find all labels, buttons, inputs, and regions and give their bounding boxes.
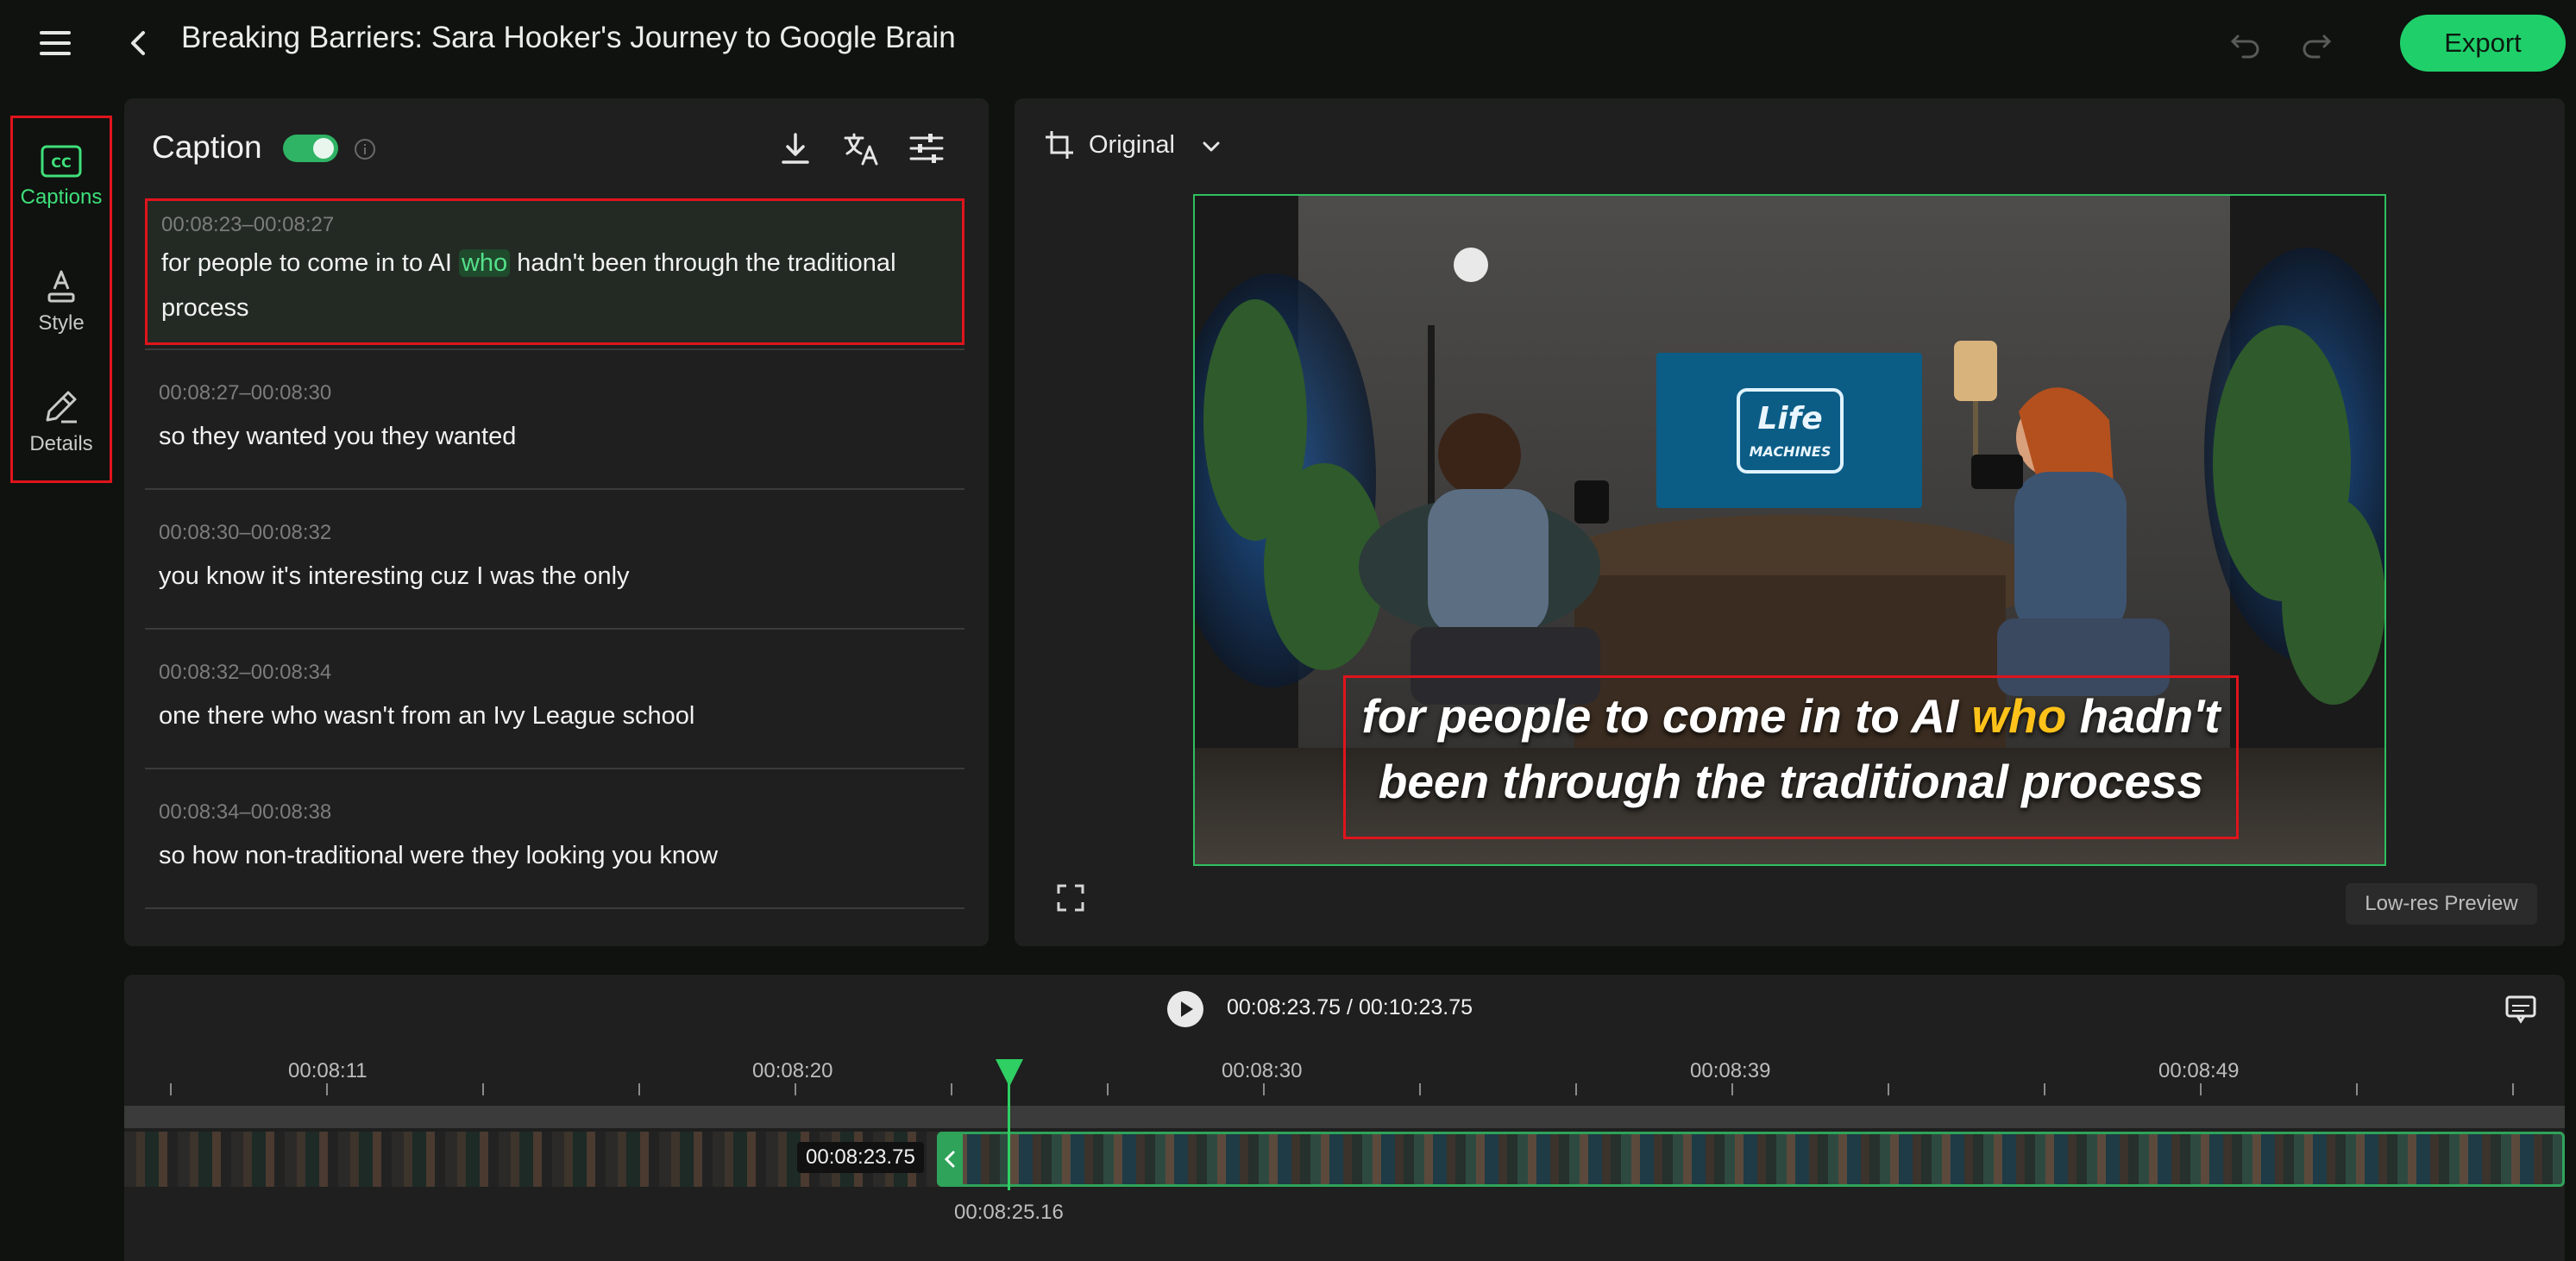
playhead-handle[interactable] bbox=[994, 1057, 1025, 1088]
rail-item-style[interactable]: Style bbox=[13, 267, 110, 336]
ruler-tick bbox=[1419, 1083, 1421, 1095]
info-icon[interactable] bbox=[354, 138, 376, 160]
crop-icon[interactable] bbox=[1044, 129, 1075, 160]
ruler-tick bbox=[951, 1083, 952, 1095]
rail-label: Style bbox=[38, 311, 85, 335]
export-button[interactable]: Export bbox=[2400, 15, 2566, 72]
fullscreen-icon[interactable] bbox=[1056, 883, 1085, 913]
caption-time: 00:08:23–00:08:27 bbox=[161, 213, 335, 236]
clip-split-time: 00:08:23.75 bbox=[797, 1142, 924, 1173]
playhead-time: 00:08:25.16 bbox=[954, 1201, 1064, 1224]
svg-text:CC: CC bbox=[51, 154, 71, 171]
ruler-tick bbox=[1263, 1083, 1265, 1095]
ruler-tick bbox=[1575, 1083, 1577, 1095]
project-title[interactable]: Breaking Barriers: Sara Hooker's Journey… bbox=[181, 21, 956, 55]
caption-panel-header: Caption bbox=[124, 98, 989, 193]
aspect-ratio-dropdown[interactable]: Original bbox=[1089, 131, 1175, 160]
chevron-down-icon[interactable] bbox=[1199, 135, 1223, 159]
toggle-knob bbox=[313, 138, 334, 159]
ruler-label: 00:08:39 bbox=[1690, 1059, 1771, 1082]
caption-time: 00:08:32–00:08:34 bbox=[159, 661, 332, 684]
divider bbox=[145, 907, 964, 909]
ruler-label: 00:08:30 bbox=[1222, 1059, 1303, 1082]
style-icon bbox=[42, 267, 80, 304]
caption-text-part: for people to come in to AI bbox=[161, 249, 459, 277]
subtitle-overlay[interactable]: for people to come in to AI who hadn't b… bbox=[1343, 675, 2239, 839]
video-track[interactable]: 00:08:23.75 bbox=[124, 1132, 2565, 1187]
preview-panel: Original Life MACHINES for people to com… bbox=[1015, 98, 2565, 946]
undo-icon[interactable] bbox=[2227, 26, 2267, 60]
ruler-tick bbox=[170, 1083, 172, 1095]
ruler-label: 00:08:11 bbox=[288, 1059, 368, 1082]
caption-text[interactable]: one there who wasn't from an Ivy League … bbox=[159, 693, 952, 738]
caption-title: Caption bbox=[152, 129, 262, 165]
timeline-panel: 00:08:23.75 / 00:10:23.75 00:08:11 00:08… bbox=[124, 975, 2565, 1261]
ruler-tick bbox=[2044, 1083, 2045, 1095]
current-time: 00:08:23.75 bbox=[1227, 995, 1341, 1019]
ruler-tick bbox=[2356, 1083, 2358, 1095]
caption-item[interactable]: 00:08:27–00:08:30 so they wanted you the… bbox=[145, 350, 964, 490]
clip-trim-handle[interactable] bbox=[937, 1132, 963, 1187]
download-icon[interactable] bbox=[775, 128, 816, 169]
caption-time: 00:08:30–00:08:32 bbox=[159, 521, 332, 544]
rail-label: Captions bbox=[20, 185, 103, 209]
menu-icon[interactable] bbox=[35, 24, 78, 62]
caption-time: 00:08:34–00:08:38 bbox=[159, 800, 332, 824]
caption-panel: Caption 00:08:23–00:08:27 for people to … bbox=[124, 98, 989, 946]
back-icon[interactable] bbox=[121, 24, 159, 62]
screen-logo-text: Life bbox=[1757, 401, 1822, 436]
ruler-tick bbox=[1731, 1083, 1733, 1095]
ruler-tick bbox=[482, 1083, 484, 1095]
caption-track[interactable] bbox=[124, 1106, 2565, 1128]
ruler-tick bbox=[1107, 1083, 1109, 1095]
ruler-tick bbox=[2512, 1083, 2514, 1095]
subtitle-highlight: who bbox=[1971, 689, 2067, 743]
subtitle-text: hadn't bbox=[2066, 689, 2221, 743]
ruler-label: 00:08:20 bbox=[752, 1059, 833, 1082]
caption-track-icon[interactable] bbox=[2504, 992, 2538, 1026]
video-preview[interactable]: Life MACHINES for people to come in to A… bbox=[1193, 194, 2386, 866]
ruler-label: 00:08:49 bbox=[2158, 1059, 2240, 1082]
highlighted-word: who bbox=[458, 249, 511, 277]
cc-icon: CC bbox=[40, 144, 83, 179]
rail-item-details[interactable]: Details bbox=[13, 387, 110, 456]
caption-text[interactable]: so how non-traditional were they looking… bbox=[159, 833, 952, 878]
ruler-tick bbox=[1888, 1083, 1889, 1095]
caption-item[interactable]: 00:08:34–00:08:38 so how non-traditional… bbox=[145, 769, 964, 909]
caption-text[interactable]: you know it's interesting cuz I was the … bbox=[159, 554, 952, 599]
ruler-tick bbox=[795, 1083, 796, 1095]
translate-icon[interactable] bbox=[840, 128, 882, 169]
caption-item[interactable]: 00:08:30–00:08:32 you know it's interest… bbox=[145, 490, 964, 630]
time-readout: 00:08:23.75 / 00:10:23.75 bbox=[1227, 995, 1473, 1020]
play-icon[interactable] bbox=[1166, 990, 1204, 1028]
subtitle-line-2: been through the traditional process bbox=[1378, 755, 2204, 808]
subtitle-line-1: for people to come in to AI who hadn't bbox=[1346, 688, 2236, 743]
redo-icon[interactable] bbox=[2295, 26, 2334, 60]
caption-text[interactable]: so they wanted you they wanted bbox=[159, 414, 952, 459]
side-rail: CC Captions Style Details bbox=[10, 116, 112, 483]
caption-toggle[interactable] bbox=[283, 135, 338, 162]
lowres-preview-badge: Low-res Preview bbox=[2346, 883, 2537, 925]
ruler-tick bbox=[326, 1083, 328, 1095]
time-separator: / bbox=[1347, 995, 1353, 1019]
edit-icon bbox=[42, 387, 80, 425]
total-time: 00:10:23.75 bbox=[1358, 995, 1473, 1019]
video-clip-selected[interactable] bbox=[946, 1132, 2565, 1187]
caption-item[interactable]: 00:08:32–00:08:34 one there who wasn't f… bbox=[145, 630, 964, 769]
rail-label: Details bbox=[29, 432, 93, 455]
ruler-tick bbox=[638, 1083, 640, 1095]
ruler-tick bbox=[2200, 1083, 2202, 1095]
caption-text[interactable]: for people to come in to AI who hadn't b… bbox=[161, 241, 955, 330]
rail-item-captions[interactable]: CC Captions bbox=[13, 144, 110, 210]
subtitle-text: for people to come in to AI bbox=[1361, 689, 1972, 743]
caption-item-selected[interactable]: 00:08:23–00:08:27 for people to come in … bbox=[145, 198, 964, 345]
settings-sliders-icon[interactable] bbox=[906, 128, 947, 169]
caption-time: 00:08:27–00:08:30 bbox=[159, 381, 332, 405]
top-bar: Breaking Barriers: Sara Hooker's Journey… bbox=[0, 0, 2576, 86]
screen-logo-text: MACHINES bbox=[1750, 443, 1831, 460]
